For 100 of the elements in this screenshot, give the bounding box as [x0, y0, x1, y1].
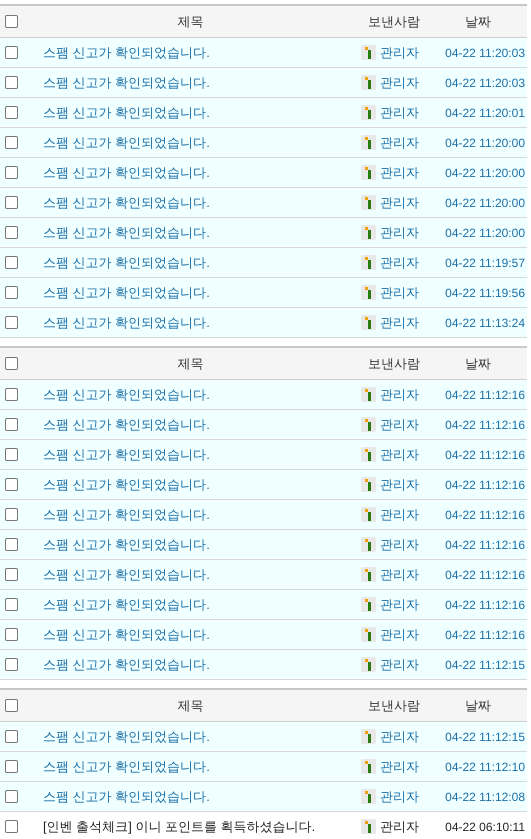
sender-name[interactable]: 관리자	[380, 42, 419, 62]
message-row[interactable]: 스팸 신고가 확인되었습니다. 관리자 04-22 11:12:16	[0, 500, 527, 530]
subject-link[interactable]: 스팸 신고가 확인되었습니다.	[43, 758, 210, 774]
sender-name[interactable]: 관리자	[380, 594, 419, 614]
checkbox[interactable]	[5, 316, 18, 329]
subject-link[interactable]: [인벤 출석체크] 이니 포인트를 획득하셨습니다.	[43, 818, 316, 834]
subject-link[interactable]: 스팸 신고가 확인되었습니다.	[43, 506, 210, 522]
sender-name[interactable]: 관리자	[380, 312, 419, 332]
subject-link[interactable]: 스팸 신고가 확인되었습니다.	[43, 254, 210, 270]
message-row[interactable]: 스팸 신고가 확인되었습니다. 관리자 04-22 11:12:08	[0, 782, 527, 812]
message-row[interactable]: 스팸 신고가 확인되었습니다. 관리자 04-22 11:12:15	[0, 650, 527, 680]
checkbox[interactable]	[5, 388, 18, 401]
subject-link[interactable]: 스팸 신고가 확인되었습니다.	[43, 656, 210, 672]
checkbox[interactable]	[5, 628, 18, 641]
message-row[interactable]: 스팸 신고가 확인되었습니다. 관리자 04-22 11:20:03	[0, 68, 527, 98]
sender-name[interactable]: 관리자	[380, 534, 419, 554]
subject-link[interactable]: 스팸 신고가 확인되었습니다.	[43, 566, 210, 582]
sender-name[interactable]: 관리자	[380, 162, 419, 182]
subject-link[interactable]: 스팸 신고가 확인되었습니다.	[43, 44, 210, 60]
checkbox[interactable]	[5, 286, 18, 299]
checkbox[interactable]	[5, 820, 18, 833]
admin-icon	[361, 417, 376, 432]
checkbox[interactable]	[5, 196, 18, 209]
date-text: 04-22 11:20:00	[445, 136, 525, 150]
message-row[interactable]: 스팸 신고가 확인되었습니다. 관리자 04-22 11:12:15	[0, 722, 527, 752]
message-row[interactable]: 스팸 신고가 확인되었습니다. 관리자 04-22 11:12:16	[0, 620, 527, 650]
message-row[interactable]: 스팸 신고가 확인되었습니다. 관리자 04-22 11:12:16	[0, 470, 527, 500]
checkbox[interactable]	[5, 418, 18, 431]
sender-name[interactable]: 관리자	[380, 474, 419, 494]
sender-name[interactable]: 관리자	[380, 414, 419, 434]
message-row[interactable]: 스팸 신고가 확인되었습니다. 관리자 04-22 11:12:16	[0, 560, 527, 590]
subject-link[interactable]: 스팸 신고가 확인되었습니다.	[43, 788, 210, 804]
message-row[interactable]: 스팸 신고가 확인되었습니다. 관리자 04-22 11:20:00	[0, 188, 527, 218]
subject-link[interactable]: 스팸 신고가 확인되었습니다.	[43, 284, 210, 300]
checkbox[interactable]	[5, 508, 18, 521]
select-all-checkbox[interactable]	[5, 15, 18, 28]
message-row[interactable]: 스팸 신고가 확인되었습니다. 관리자 04-22 11:20:00	[0, 128, 527, 158]
checkbox[interactable]	[5, 76, 18, 89]
message-row[interactable]: 스팸 신고가 확인되었습니다. 관리자 04-22 11:19:56	[0, 278, 527, 308]
subject-link[interactable]: 스팸 신고가 확인되었습니다.	[43, 224, 210, 240]
message-row[interactable]: 스팸 신고가 확인되었습니다. 관리자 04-22 11:12:16	[0, 530, 527, 560]
subject-link[interactable]: 스팸 신고가 확인되었습니다.	[43, 314, 210, 330]
subject-link[interactable]: 스팸 신고가 확인되었습니다.	[43, 476, 210, 492]
sender-name[interactable]: 관리자	[380, 384, 419, 404]
checkbox[interactable]	[5, 538, 18, 551]
message-row[interactable]: 스팸 신고가 확인되었습니다. 관리자 04-22 11:20:03	[0, 38, 527, 68]
checkbox[interactable]	[5, 448, 18, 461]
checkbox[interactable]	[5, 658, 18, 671]
sender-name[interactable]: 관리자	[380, 132, 419, 152]
subject-link[interactable]: 스팸 신고가 확인되었습니다.	[43, 386, 210, 402]
checkbox[interactable]	[5, 106, 18, 119]
checkbox[interactable]	[5, 478, 18, 491]
subject-link[interactable]: 스팸 신고가 확인되었습니다.	[43, 536, 210, 552]
message-row[interactable]: 스팸 신고가 확인되었습니다. 관리자 04-22 11:12:16	[0, 590, 527, 620]
subject-link[interactable]: 스팸 신고가 확인되었습니다.	[43, 164, 210, 180]
checkbox[interactable]	[5, 730, 18, 743]
sender-name[interactable]: 관리자	[380, 222, 419, 242]
checkbox[interactable]	[5, 166, 18, 179]
sender-name[interactable]: 관리자	[380, 192, 419, 212]
message-row[interactable]: 스팸 신고가 확인되었습니다. 관리자 04-22 11:20:01	[0, 98, 527, 128]
message-row[interactable]: 스팸 신고가 확인되었습니다. 관리자 04-22 11:12:16	[0, 380, 527, 410]
sender-name[interactable]: 관리자	[380, 756, 419, 776]
subject-link[interactable]: 스팸 신고가 확인되었습니다.	[43, 446, 210, 462]
message-row[interactable]: 스팸 신고가 확인되었습니다. 관리자 04-22 11:12:16	[0, 440, 527, 470]
checkbox[interactable]	[5, 760, 18, 773]
sender-name[interactable]: 관리자	[380, 102, 419, 122]
sender-name[interactable]: 관리자	[380, 282, 419, 302]
sender-name[interactable]: 관리자	[380, 654, 419, 674]
subject-link[interactable]: 스팸 신고가 확인되었습니다.	[43, 626, 210, 642]
message-row[interactable]: 스팸 신고가 확인되었습니다. 관리자 04-22 11:20:00	[0, 158, 527, 188]
checkbox[interactable]	[5, 256, 18, 269]
checkbox[interactable]	[5, 568, 18, 581]
sender-name[interactable]: 관리자	[380, 786, 419, 806]
subject-link[interactable]: 스팸 신고가 확인되었습니다.	[43, 104, 210, 120]
subject-link[interactable]: 스팸 신고가 확인되었습니다.	[43, 194, 210, 210]
sender-name[interactable]: 관리자	[380, 444, 419, 464]
sender-name[interactable]: 관리자	[380, 564, 419, 584]
checkbox[interactable]	[5, 598, 18, 611]
checkbox[interactable]	[5, 46, 18, 59]
message-row[interactable]: 스팸 신고가 확인되었습니다. 관리자 04-22 11:19:57	[0, 248, 527, 278]
subject-link[interactable]: 스팸 신고가 확인되었습니다.	[43, 728, 210, 744]
sender-name[interactable]: 관리자	[380, 252, 419, 272]
subject-link[interactable]: 스팸 신고가 확인되었습니다.	[43, 596, 210, 612]
message-row[interactable]: 스팸 신고가 확인되었습니다. 관리자 04-22 11:20:00	[0, 218, 527, 248]
checkbox[interactable]	[5, 226, 18, 239]
sender-name[interactable]: 관리자	[380, 624, 419, 644]
subject-link[interactable]: 스팸 신고가 확인되었습니다.	[43, 416, 210, 432]
select-all-checkbox[interactable]	[5, 699, 18, 712]
select-all-checkbox[interactable]	[5, 357, 18, 370]
sender-name[interactable]: 관리자	[380, 504, 419, 524]
sender-name[interactable]: 관리자	[380, 816, 419, 836]
checkbox[interactable]	[5, 790, 18, 803]
subject-link[interactable]: 스팸 신고가 확인되었습니다.	[43, 134, 210, 150]
message-row[interactable]: 스팸 신고가 확인되었습니다. 관리자 04-22 11:12:16	[0, 410, 527, 440]
checkbox[interactable]	[5, 136, 18, 149]
sender-name[interactable]: 관리자	[380, 726, 419, 746]
sender-name[interactable]: 관리자	[380, 72, 419, 92]
message-row[interactable]: 스팸 신고가 확인되었습니다. 관리자 04-22 11:12:10	[0, 752, 527, 782]
message-row[interactable]: 스팸 신고가 확인되었습니다. 관리자 04-22 11:13:24	[0, 308, 527, 338]
subject-link[interactable]: 스팸 신고가 확인되었습니다.	[43, 74, 210, 90]
